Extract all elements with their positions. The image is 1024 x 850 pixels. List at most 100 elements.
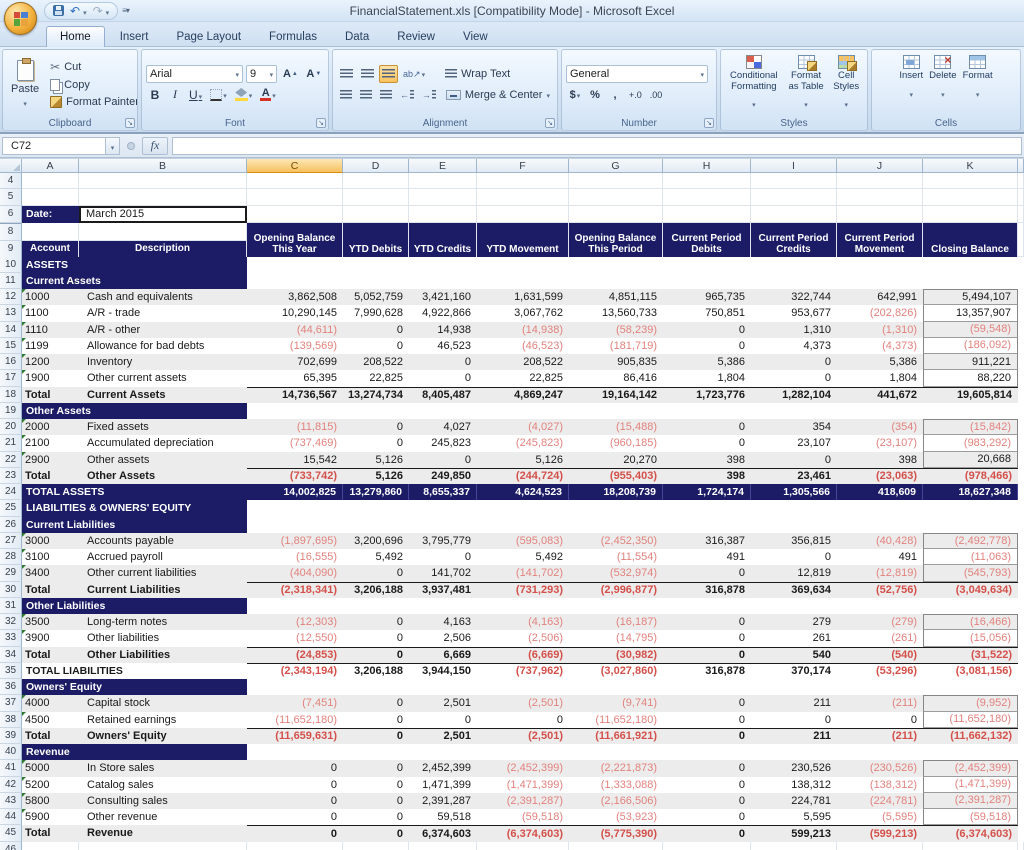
cell-D5[interactable] bbox=[343, 189, 409, 205]
accounting-format-button[interactable]: $ bbox=[566, 86, 584, 104]
cell-K31[interactable] bbox=[923, 598, 1018, 614]
cell-I28[interactable]: 0 bbox=[751, 549, 837, 565]
fill-color-button[interactable] bbox=[232, 86, 256, 104]
cell-H4[interactable] bbox=[663, 173, 751, 189]
cell-J22[interactable]: 398 bbox=[837, 452, 923, 468]
cell-D10[interactable] bbox=[343, 257, 409, 273]
cell-K39[interactable]: (11,662,132) bbox=[923, 728, 1018, 744]
cell-J36[interactable] bbox=[837, 679, 923, 695]
cell-A21[interactable]: 2100 bbox=[22, 435, 79, 451]
borders-button[interactable] bbox=[207, 86, 230, 104]
row-header-39[interactable]: 39 bbox=[0, 728, 22, 744]
cell-J37[interactable]: (211) bbox=[837, 695, 923, 711]
cell-I4[interactable] bbox=[751, 173, 837, 189]
cell-I22[interactable]: 0 bbox=[751, 452, 837, 468]
cell-E16[interactable]: 0 bbox=[409, 354, 477, 370]
cell-H42[interactable]: 0 bbox=[663, 777, 751, 793]
cell-G4[interactable] bbox=[569, 173, 663, 189]
cell-J46[interactable] bbox=[837, 842, 923, 850]
undo-icon[interactable] bbox=[70, 2, 80, 20]
cell-H41[interactable]: 0 bbox=[663, 760, 751, 776]
cell-D19[interactable] bbox=[343, 403, 409, 419]
cell-J29[interactable]: (12,819) bbox=[837, 565, 923, 581]
cell-I41[interactable]: 230,526 bbox=[751, 760, 837, 776]
cell-J38[interactable]: 0 bbox=[837, 712, 923, 728]
cell-F27[interactable]: (595,083) bbox=[477, 533, 569, 549]
cell-G43[interactable]: (2,166,506) bbox=[569, 793, 663, 809]
insert-function-button[interactable]: fx bbox=[142, 137, 168, 155]
cell-F5[interactable] bbox=[477, 189, 569, 205]
cell-C46[interactable] bbox=[247, 842, 343, 850]
cell-E41[interactable]: 2,452,399 bbox=[409, 760, 477, 776]
cell-D43[interactable]: 0 bbox=[343, 793, 409, 809]
cell-J4[interactable] bbox=[837, 173, 923, 189]
cell-J11[interactable] bbox=[837, 273, 923, 289]
cell-J45[interactable]: (599,213) bbox=[837, 825, 923, 841]
copy-button[interactable]: Copy bbox=[47, 78, 138, 92]
cell-B42[interactable]: Catalog sales bbox=[79, 777, 247, 793]
cell-H13[interactable]: 750,851 bbox=[663, 305, 751, 321]
cell-A28[interactable]: 3100 bbox=[22, 549, 79, 565]
cell-C25[interactable] bbox=[247, 500, 343, 516]
cell-B22[interactable]: Other assets bbox=[79, 452, 247, 468]
cell-G37[interactable]: (9,741) bbox=[569, 695, 663, 711]
cell-B37[interactable]: Capital stock bbox=[79, 695, 247, 711]
cell-B12[interactable]: Cash and equivalents bbox=[79, 289, 247, 305]
cell-B4[interactable] bbox=[79, 173, 247, 189]
cell-F26[interactable] bbox=[477, 517, 569, 533]
cell-G46[interactable] bbox=[569, 842, 663, 850]
name-box-dropdown[interactable] bbox=[106, 137, 120, 155]
name-box[interactable]: C72 bbox=[2, 137, 106, 155]
cell-F34[interactable]: (6,669) bbox=[477, 647, 569, 663]
cell-F33[interactable]: (2,506) bbox=[477, 630, 569, 646]
cell-I40[interactable] bbox=[751, 744, 837, 760]
row-header-24[interactable]: 24 bbox=[0, 484, 22, 500]
cell-K28[interactable]: (11,063) bbox=[923, 549, 1018, 565]
cell-I26[interactable] bbox=[751, 517, 837, 533]
cell-K13[interactable]: 13,357,907 bbox=[923, 305, 1018, 321]
cell-G26[interactable] bbox=[569, 517, 663, 533]
cell-F24[interactable]: 4,624,523 bbox=[477, 484, 569, 500]
cell-K24[interactable]: 18,627,348 bbox=[923, 484, 1018, 500]
cell-H8[interactable]: Current Period Debits bbox=[663, 223, 751, 257]
row-header-44[interactable]: 44 bbox=[0, 809, 22, 825]
column-header-H[interactable]: H bbox=[663, 159, 751, 173]
cell-C39[interactable]: (11,659,631) bbox=[247, 728, 343, 744]
cell-G15[interactable]: (181,719) bbox=[569, 338, 663, 354]
cell-F31[interactable] bbox=[477, 598, 569, 614]
cell-K41[interactable]: (2,452,399) bbox=[923, 760, 1018, 776]
cell-C6[interactable] bbox=[247, 206, 343, 223]
cell-J24[interactable]: 418,609 bbox=[837, 484, 923, 500]
cell-H21[interactable]: 0 bbox=[663, 435, 751, 451]
cell-H46[interactable] bbox=[663, 842, 751, 850]
column-header-B[interactable]: B bbox=[79, 159, 247, 173]
cell-A14[interactable]: 1110 bbox=[22, 322, 79, 338]
cell-K33[interactable]: (15,056) bbox=[923, 630, 1018, 646]
cell-G24[interactable]: 18,208,739 bbox=[569, 484, 663, 500]
cell-J10[interactable] bbox=[837, 257, 923, 273]
formula-input[interactable] bbox=[172, 137, 1022, 155]
cell-G44[interactable]: (53,923) bbox=[569, 809, 663, 825]
row-header-38[interactable]: 38 bbox=[0, 712, 22, 728]
tab-formulas[interactable]: Formulas bbox=[256, 27, 330, 47]
cell-E34[interactable]: 6,669 bbox=[409, 647, 477, 663]
cell-G33[interactable]: (14,795) bbox=[569, 630, 663, 646]
cell-B14[interactable]: A/R - other bbox=[79, 322, 247, 338]
cell-A16[interactable]: 1200 bbox=[22, 354, 79, 370]
increase-decimal-button[interactable]: +.0 bbox=[626, 86, 645, 104]
cell-I16[interactable]: 0 bbox=[751, 354, 837, 370]
cell-G10[interactable] bbox=[569, 257, 663, 273]
column-header-F[interactable]: F bbox=[477, 159, 569, 173]
cell-K37[interactable]: (9,952) bbox=[923, 695, 1018, 711]
cell-I14[interactable]: 1,310 bbox=[751, 322, 837, 338]
cell-A13[interactable]: 1100 bbox=[22, 305, 79, 321]
row-header-32[interactable]: 32 bbox=[0, 614, 22, 630]
cell-H10[interactable] bbox=[663, 257, 751, 273]
cell-C33[interactable]: (12,550) bbox=[247, 630, 343, 646]
cell-G17[interactable]: 86,416 bbox=[569, 370, 663, 386]
cell-K38[interactable]: (11,652,180) bbox=[923, 712, 1018, 728]
conditional-formatting-button[interactable]: Conditional Formatting bbox=[725, 53, 783, 115]
customize-quick-access-icon[interactable] bbox=[122, 6, 129, 15]
column-header-I[interactable]: I bbox=[751, 159, 837, 173]
cell-B46[interactable] bbox=[79, 842, 247, 850]
